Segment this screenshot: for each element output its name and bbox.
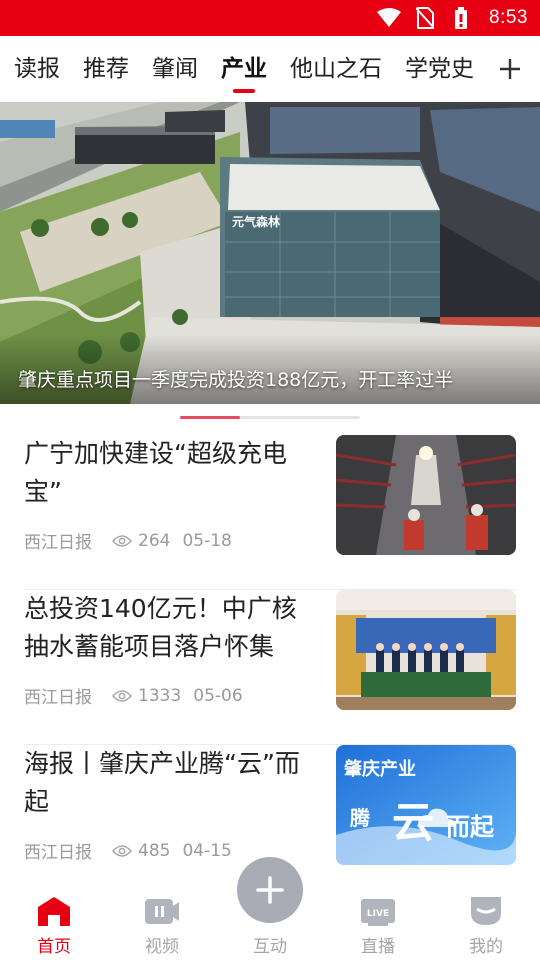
tab-tashanzhishi[interactable]: 他山之石: [290, 36, 382, 102]
news-views: 1333: [138, 685, 182, 706]
news-meta: 西江日报 264 05-18: [24, 528, 232, 554]
live-icon: LIVE: [361, 899, 395, 926]
news-meta: 西江日报 1333 05-06: [24, 683, 243, 709]
nav-home-label: 首页: [37, 937, 71, 957]
channel-tabs: 读报 推荐 肇闻 产业 他山之石 学党史: [0, 36, 540, 102]
plus-icon: [256, 876, 284, 904]
news-title: 总投资140亿元！中广核抽水蓄能项目落户怀集: [24, 594, 297, 661]
tab-tuijian[interactable]: 推荐: [83, 36, 129, 102]
status-time: 8:53: [489, 7, 528, 28]
news-source: 西江日报: [24, 843, 92, 863]
news-meta: 西江日报 485 04-15: [24, 838, 232, 864]
nav-live[interactable]: LIVE 直播: [338, 883, 418, 960]
poster-image: 肇庆产业 腾 云 而起: [336, 745, 516, 865]
nav-video-label: 视频: [145, 937, 179, 957]
tunnel-construction-image: [336, 435, 516, 555]
video-icon: [145, 899, 179, 924]
news-title: 广宁加快建设“超级充电宝”: [24, 439, 287, 506]
tab-chanye[interactable]: 产业: [221, 36, 267, 102]
headline-banner[interactable]: 元气森林 肇庆重点项目一季度完成投资188亿元，开工率过半: [0, 102, 540, 404]
nav-video[interactable]: 视频: [122, 883, 202, 960]
banner-caption: 肇庆重点项目一季度完成投资188亿元，开工率过半: [18, 369, 454, 391]
status-bar: 8:53: [0, 0, 540, 36]
battery-icon: [449, 6, 473, 30]
signing-ceremony-image: [336, 590, 516, 710]
wifi-icon: [377, 6, 402, 30]
news-source: 西江日报: [24, 688, 92, 708]
nav-profile-label: 我的: [469, 937, 503, 957]
news-views: 264: [138, 530, 171, 551]
nav-profile[interactable]: 我的: [446, 883, 526, 960]
no-sim-icon: [413, 6, 437, 30]
poster-text-teng: 腾: [350, 806, 371, 830]
carousel-indicator: [180, 416, 360, 419]
news-item[interactable]: 总投资140亿元！中广核抽水蓄能项目落户怀集 西江日报 1333 05-06: [24, 590, 516, 745]
news-date: 05-06: [193, 685, 243, 706]
profile-icon: [471, 897, 501, 925]
eye-icon: [112, 844, 132, 857]
nav-home[interactable]: 首页: [14, 883, 94, 960]
news-title: 海报丨肇庆产业腾“云”而起: [24, 749, 300, 816]
eye-icon: [112, 534, 132, 547]
poster-title: 肇庆产业: [343, 758, 416, 780]
news-date: 05-18: [182, 530, 232, 551]
eye-icon: [112, 689, 132, 702]
add-channel-icon[interactable]: [498, 57, 522, 81]
tab-xuedangshi[interactable]: 学党史: [405, 36, 474, 102]
carousel-indicator-active: [180, 416, 240, 419]
news-source: 西江日报: [24, 533, 92, 553]
nav-interact-label: 互动: [253, 937, 287, 957]
home-icon: [38, 897, 70, 926]
nav-live-label: 直播: [361, 937, 395, 957]
live-badge: LIVE: [367, 909, 389, 919]
news-item[interactable]: 广宁加快建设“超级充电宝” 西江日报 264 05-18: [24, 435, 516, 590]
building-sign: 元气森林: [232, 214, 280, 229]
interact-button[interactable]: [237, 857, 303, 923]
tab-zhaowen[interactable]: 肇闻: [152, 36, 198, 102]
news-views: 485: [138, 840, 171, 861]
news-date: 04-15: [182, 840, 232, 861]
tab-dubao[interactable]: 读报: [14, 36, 60, 102]
